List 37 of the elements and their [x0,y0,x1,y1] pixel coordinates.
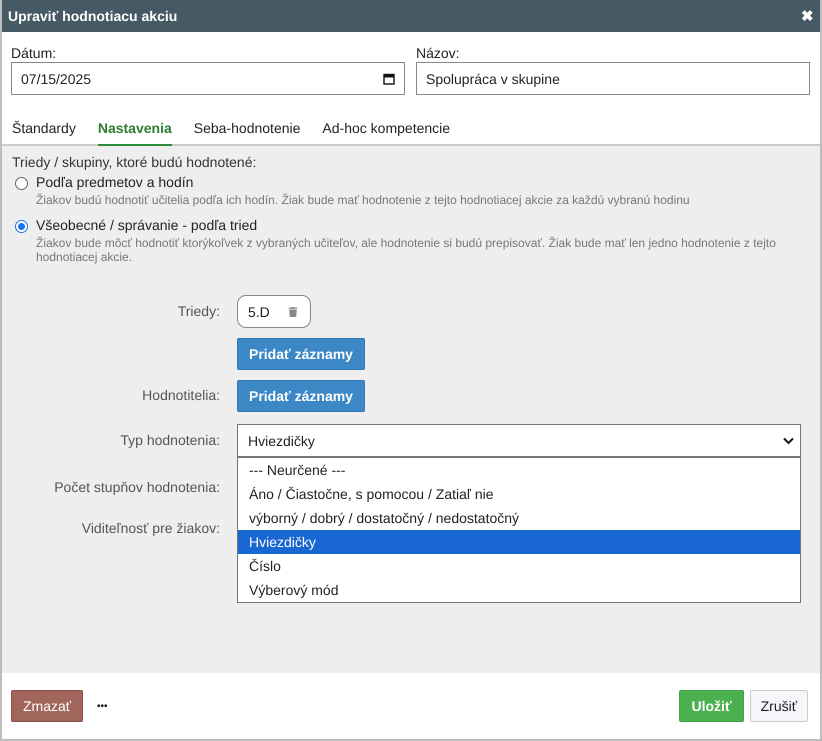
form-label: Počet stupňov hodnotenia: [53,479,220,495]
field-label: Dátum: [11,45,58,61]
section-label: Triedy / skupiny, ktoré budú hodnotené: [12,154,258,170]
option-hint: Žiakov budú hodnotiť učitelia podľa ich hodín. Žiak bude mať hodnotenie z tejto hodnotiacej akcie za každú vybranú hodinu [36,193,690,207]
add-records-button[interactable]: Pridať záznamy [237,380,365,412]
calendar-icon [383,72,395,84]
field-label: Názov: [416,45,461,61]
dropdown-option[interactable]: --- Neurčené --- [238,458,800,482]
dropdown-option[interactable]: výborný / dobrý / dostatočný / nedostatočný [238,506,800,530]
form-label: Hodnotitelia: [141,386,220,405]
cancel-button[interactable]: Zrušiť [750,690,808,722]
input-field[interactable]: Spolupráca v skupine [416,62,810,95]
radio-label: Podľa predmetov a hodín [36,174,194,190]
class-chip[interactable]: 5.D [237,295,311,328]
radio-button[interactable] [15,220,28,233]
form-label: Typ hodnotenia: [119,431,220,450]
delete-button[interactable]: Zmazať [11,690,84,722]
close-button[interactable]: ✖ [801,7,814,25]
rating-type-select[interactable]: Hviezdičky [237,424,801,457]
radio-button[interactable] [15,177,28,190]
dropdown-option[interactable]: Áno / Čiastočne, s pomocou / Zatiaľ nie [238,482,800,506]
date-field[interactable]: 07/15/2025 [11,62,405,95]
form-label: Triedy: [176,302,220,321]
radio-label: Všeobecné / správanie - podľa tried [36,217,258,233]
option-hint: Žiakov bude môcť hodnotiť ktorýkoľvek z vybraných učiteľov, ale hodnotenie si budú prepisovať. Žiak bude mať len jedno hodnotenie z tejto hodnotiacej akcie. [36,236,777,264]
dropdown-option[interactable]: Hviezdičky [238,530,800,554]
dropdown-option[interactable]: Výberový mód [238,578,800,602]
tab[interactable]: Ad-hoc kompetencie [322,115,450,144]
window-title: Upraviť hodnotiacu akciu [8,8,178,24]
tab[interactable]: Štandardy [12,115,76,144]
trash-icon[interactable] [288,306,298,316]
tab[interactable]: Seba-hodnotenie [194,115,300,144]
form-label: Viditeľnosť pre žiakov: [80,520,220,536]
chevron-down-icon [783,436,794,444]
more-button[interactable]: ••• [97,700,108,712]
add-records-button[interactable]: Pridať záznamy [237,338,365,370]
dropdown-option[interactable]: Číslo [238,554,800,578]
